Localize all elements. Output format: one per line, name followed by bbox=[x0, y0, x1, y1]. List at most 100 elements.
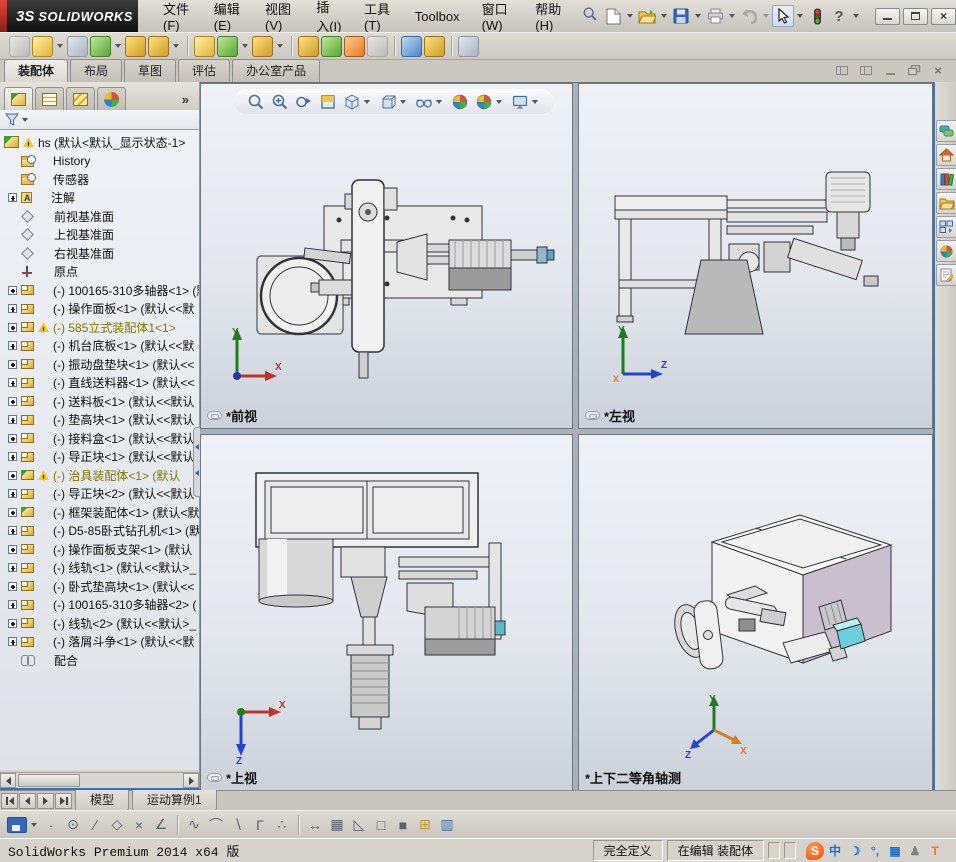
Toolbox[interactable]: Toolbox bbox=[404, 7, 471, 26]
expand-box[interactable] bbox=[8, 507, 17, 517]
view-palette-icon[interactable] bbox=[936, 216, 956, 238]
print-button[interactable] bbox=[704, 5, 726, 27]
tree-item[interactable]: (-) 机台底板<1> (默认<<默 bbox=[0, 337, 199, 356]
help-button[interactable]: ? bbox=[828, 5, 850, 27]
point-tool[interactable]: · bbox=[41, 815, 61, 835]
ime-keyboard[interactable]: ▦ bbox=[886, 842, 904, 860]
reference-geometry[interactable] bbox=[252, 35, 273, 57]
search-icon[interactable] bbox=[582, 6, 598, 27]
tree-item[interactable]: (-) 直线送料器<1> (默认<< bbox=[0, 374, 199, 393]
工具(T)[interactable]: 工具(T) bbox=[353, 0, 404, 35]
model-isometric-view[interactable] bbox=[579, 435, 933, 791]
tree-item[interactable]: 传感器 bbox=[0, 170, 199, 189]
split-viewport[interactable]: ▥ bbox=[437, 815, 457, 835]
first-tab-button[interactable] bbox=[1, 792, 18, 809]
mate[interactable] bbox=[67, 35, 88, 57]
tree-item[interactable]: 右视基准面 bbox=[0, 244, 199, 263]
minimize-button[interactable] bbox=[875, 7, 900, 25]
expand-box[interactable] bbox=[8, 285, 17, 295]
expand-box[interactable] bbox=[8, 544, 17, 554]
expand-box[interactable] bbox=[8, 637, 17, 647]
linear-component-pattern[interactable] bbox=[90, 35, 111, 57]
last-tab-button[interactable] bbox=[55, 792, 72, 809]
open-part[interactable] bbox=[32, 35, 53, 57]
design-library-icon[interactable] bbox=[936, 168, 956, 190]
tree-item[interactable]: (-) 100165-310多轴器<2> ( bbox=[0, 596, 199, 615]
wireframe-view[interactable]: □ bbox=[371, 815, 391, 835]
tree-item[interactable]: (-) 100165-310多轴器<1> (默 bbox=[0, 281, 199, 300]
trim-entities[interactable]: × bbox=[129, 815, 149, 835]
ime-toolbox[interactable]: ♟ bbox=[906, 842, 924, 860]
assembly-features[interactable] bbox=[217, 35, 238, 57]
expand-box[interactable] bbox=[8, 600, 17, 610]
move-component[interactable] bbox=[148, 35, 169, 57]
tree-item[interactable]: 上视基准面 bbox=[0, 226, 199, 245]
expand-box[interactable] bbox=[8, 581, 17, 591]
restore-document-button[interactable] bbox=[904, 62, 924, 78]
next-tab-button[interactable] bbox=[37, 792, 54, 809]
ime-punctuation[interactable]: °, bbox=[866, 842, 884, 860]
expand-box[interactable] bbox=[8, 396, 17, 406]
expand-box[interactable] bbox=[8, 489, 17, 499]
expand-box[interactable] bbox=[8, 526, 17, 536]
tree-item[interactable]: (-) 卧式垫高块<1> (默认<< bbox=[0, 577, 199, 596]
tree-item[interactable]: History bbox=[0, 152, 199, 171]
line-tool[interactable]: ∕ bbox=[85, 815, 105, 835]
tree-root-item[interactable]: hs (默认<默认_显示状态-1> bbox=[0, 133, 199, 152]
new-document-button[interactable] bbox=[602, 5, 624, 27]
angle-snap[interactable]: ◺ bbox=[349, 815, 369, 835]
tree-item[interactable]: (-) 585立式装配体1<1> bbox=[0, 318, 199, 337]
grid-snap[interactable]: ▦ bbox=[327, 815, 347, 835]
save-caret[interactable] bbox=[695, 14, 701, 18]
measure-tool[interactable]: ⊞ bbox=[415, 815, 435, 835]
res​ources-home-icon[interactable] bbox=[936, 144, 956, 166]
tree-item[interactable]: (-) 接料盒<1> (默认<<默认 bbox=[0, 429, 199, 448]
scroll-thumb[interactable] bbox=[18, 774, 80, 787]
模型[interactable]: 模型 bbox=[75, 790, 130, 811]
spline-tool[interactable]: ∿ bbox=[184, 815, 204, 835]
insert-components[interactable] bbox=[9, 35, 30, 57]
tab-featuremanager[interactable] bbox=[4, 87, 33, 110]
窗口(W)[interactable]: 窗口(W) bbox=[471, 0, 525, 35]
instant-3d[interactable] bbox=[401, 35, 422, 57]
ime-skin[interactable]: T bbox=[926, 842, 944, 860]
polygon-tool[interactable]: ◇ bbox=[107, 815, 127, 835]
new-motion-study[interactable] bbox=[298, 35, 319, 57]
scroll-right-arrow[interactable] bbox=[183, 773, 199, 788]
mirror-entities[interactable]: ∖ bbox=[228, 815, 248, 835]
tab-propertymanager[interactable] bbox=[35, 87, 64, 110]
appearances-scenes-icon[interactable] bbox=[936, 240, 956, 262]
编辑(E)[interactable]: 编辑(E) bbox=[203, 0, 254, 35]
tree-item[interactable]: (-) 线轨<1> (默认<<默认>_ bbox=[0, 559, 199, 578]
undo-button[interactable] bbox=[738, 5, 760, 27]
bill-of-materials[interactable] bbox=[321, 35, 342, 57]
maximize-button[interactable] bbox=[903, 7, 928, 25]
tree-item[interactable]: (-) 导正块<1> (默认<<默认 bbox=[0, 448, 199, 467]
custom-properties-icon[interactable] bbox=[936, 264, 956, 286]
expand-box[interactable] bbox=[8, 378, 17, 388]
new-document-caret[interactable] bbox=[627, 14, 633, 18]
expand-box[interactable] bbox=[8, 563, 17, 573]
运动算例1[interactable]: 运动算例1 bbox=[132, 790, 217, 811]
expand-box[interactable] bbox=[8, 618, 17, 628]
select-caret[interactable] bbox=[797, 14, 803, 18]
tree-item[interactable]: (-) 操作面板支架<1> (默认 bbox=[0, 540, 199, 559]
tree-item[interactable]: 配合 bbox=[0, 651, 199, 670]
tree-item[interactable]: (-) 线轨<2> (默认<<默认>_ bbox=[0, 614, 199, 633]
tab-displaymanager[interactable] bbox=[97, 87, 126, 110]
close-document-button[interactable]: × bbox=[928, 62, 948, 78]
expand-box[interactable] bbox=[8, 193, 17, 203]
undo-caret[interactable] bbox=[763, 14, 769, 18]
tree-item[interactable]: (-) 垫高块<1> (默认<<默认 bbox=[0, 411, 199, 430]
ime-halfmoon[interactable]: ☽ bbox=[846, 842, 864, 860]
tree-item[interactable]: (-) 振动盘垫块<1> (默认<< bbox=[0, 355, 199, 374]
tree-item[interactable]: 前视基准面 bbox=[0, 207, 199, 226]
file-explorer-icon[interactable] bbox=[936, 192, 956, 214]
smart-fasteners[interactable] bbox=[125, 35, 146, 57]
select-button[interactable] bbox=[772, 5, 794, 27]
帮助(H)[interactable]: 帮助(H) bbox=[524, 0, 576, 35]
corner-rectangle[interactable]: Γ bbox=[250, 815, 270, 835]
viewport-front[interactable]: Y X *前视 bbox=[200, 83, 573, 429]
ime-sogou[interactable]: S bbox=[806, 841, 824, 860]
performance-monitor-icon[interactable] bbox=[806, 5, 828, 27]
